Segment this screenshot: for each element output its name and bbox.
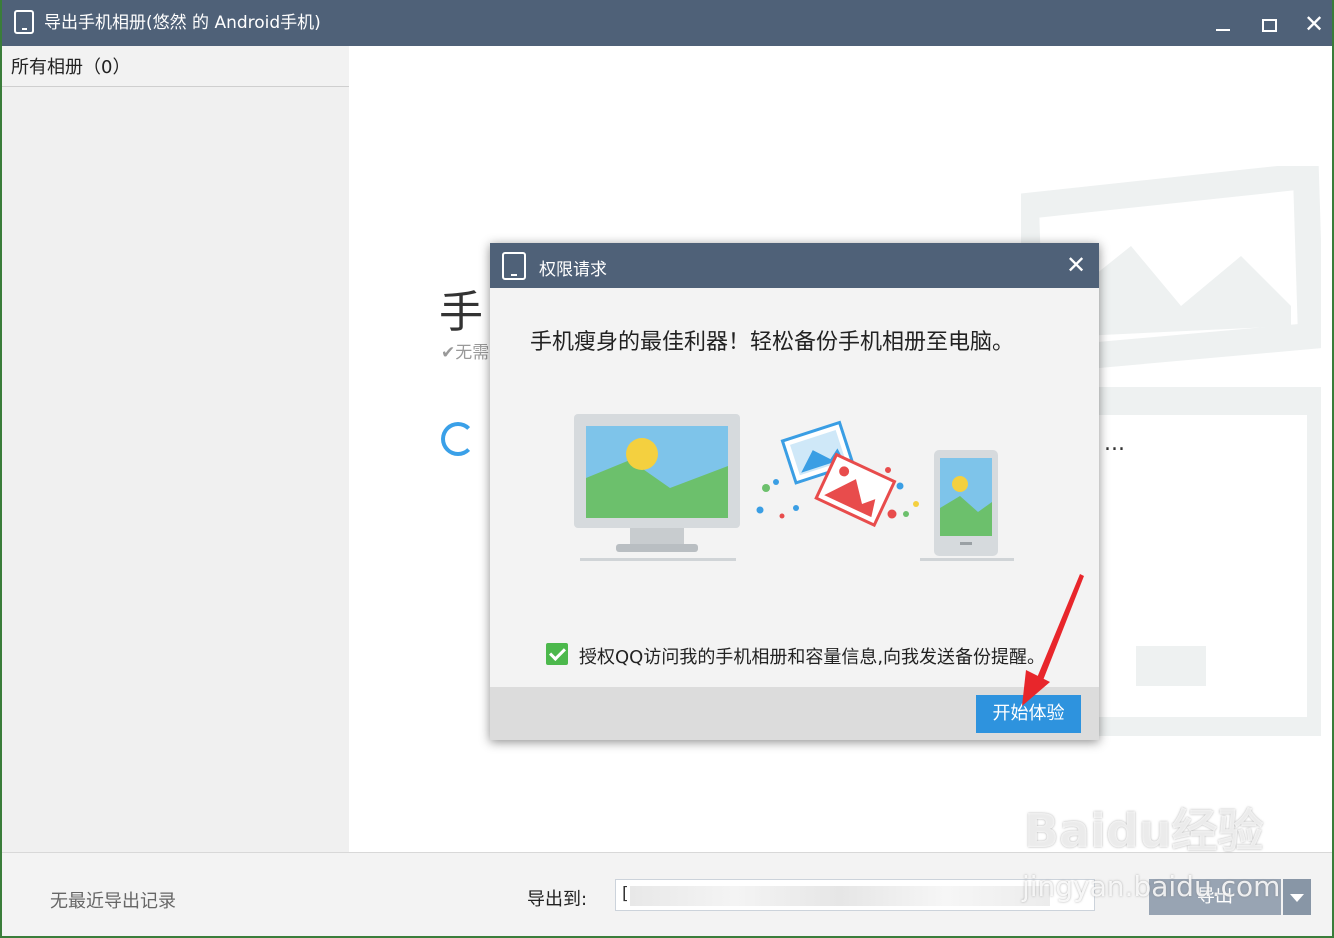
consent-checkbox[interactable] xyxy=(546,643,568,665)
album-sidebar: 所有相册（0） xyxy=(2,46,349,852)
maximize-button[interactable] xyxy=(1255,10,1283,38)
window-title: 导出手机相册(悠然 的 Android手机) xyxy=(44,13,321,33)
export-path-value: [ xyxy=(622,884,629,904)
dialog-close-button[interactable]: ✕ xyxy=(1066,251,1086,279)
phone-icon xyxy=(502,252,526,280)
background-loading-text: ... xyxy=(1104,431,1125,456)
phone-icon xyxy=(14,10,34,34)
all-albums-label: 所有相册（0） xyxy=(11,57,131,78)
dialog-title: 权限请求 xyxy=(539,260,607,280)
recent-export-status: 无最近导出记录 xyxy=(50,891,176,912)
title-bar: 导出手机相册(悠然 的 Android手机) ✕ xyxy=(2,0,1332,46)
export-dropdown-chevron-icon[interactable] xyxy=(1283,879,1311,915)
loading-spinner-icon xyxy=(441,422,475,456)
close-button[interactable]: ✕ xyxy=(1300,10,1328,38)
export-to-label: 导出到: xyxy=(527,889,588,910)
background-check-text: ✔无需 xyxy=(441,343,490,363)
baidu-watermark-url: jingyan.baidu.com xyxy=(1022,870,1281,903)
minimize-button[interactable] xyxy=(1208,10,1236,38)
dialog-headline: 手机瘦身的最佳利器！轻松备份手机相册至电脑。 xyxy=(530,330,1015,355)
blurred-path xyxy=(630,886,1050,906)
background-heading: 手 xyxy=(439,287,483,338)
red-annotation-arrow-icon xyxy=(1022,574,1084,706)
backup-illustration xyxy=(574,414,1014,561)
consent-label: 授权QQ访问我的手机相册和容量信息,向我发送备份提醒。 xyxy=(579,647,1046,668)
baidu-watermark-logo: Baidu经验 xyxy=(1024,804,1264,858)
permission-dialog: 权限请求 ✕ 手机瘦身的最佳利器！轻松备份手机相册至电脑。 授权QQ访问我的手机… xyxy=(490,243,1099,740)
dialog-title-bar: 权限请求 ✕ xyxy=(490,243,1099,288)
sidebar-item-all-albums[interactable]: 所有相册（0） xyxy=(2,46,349,87)
